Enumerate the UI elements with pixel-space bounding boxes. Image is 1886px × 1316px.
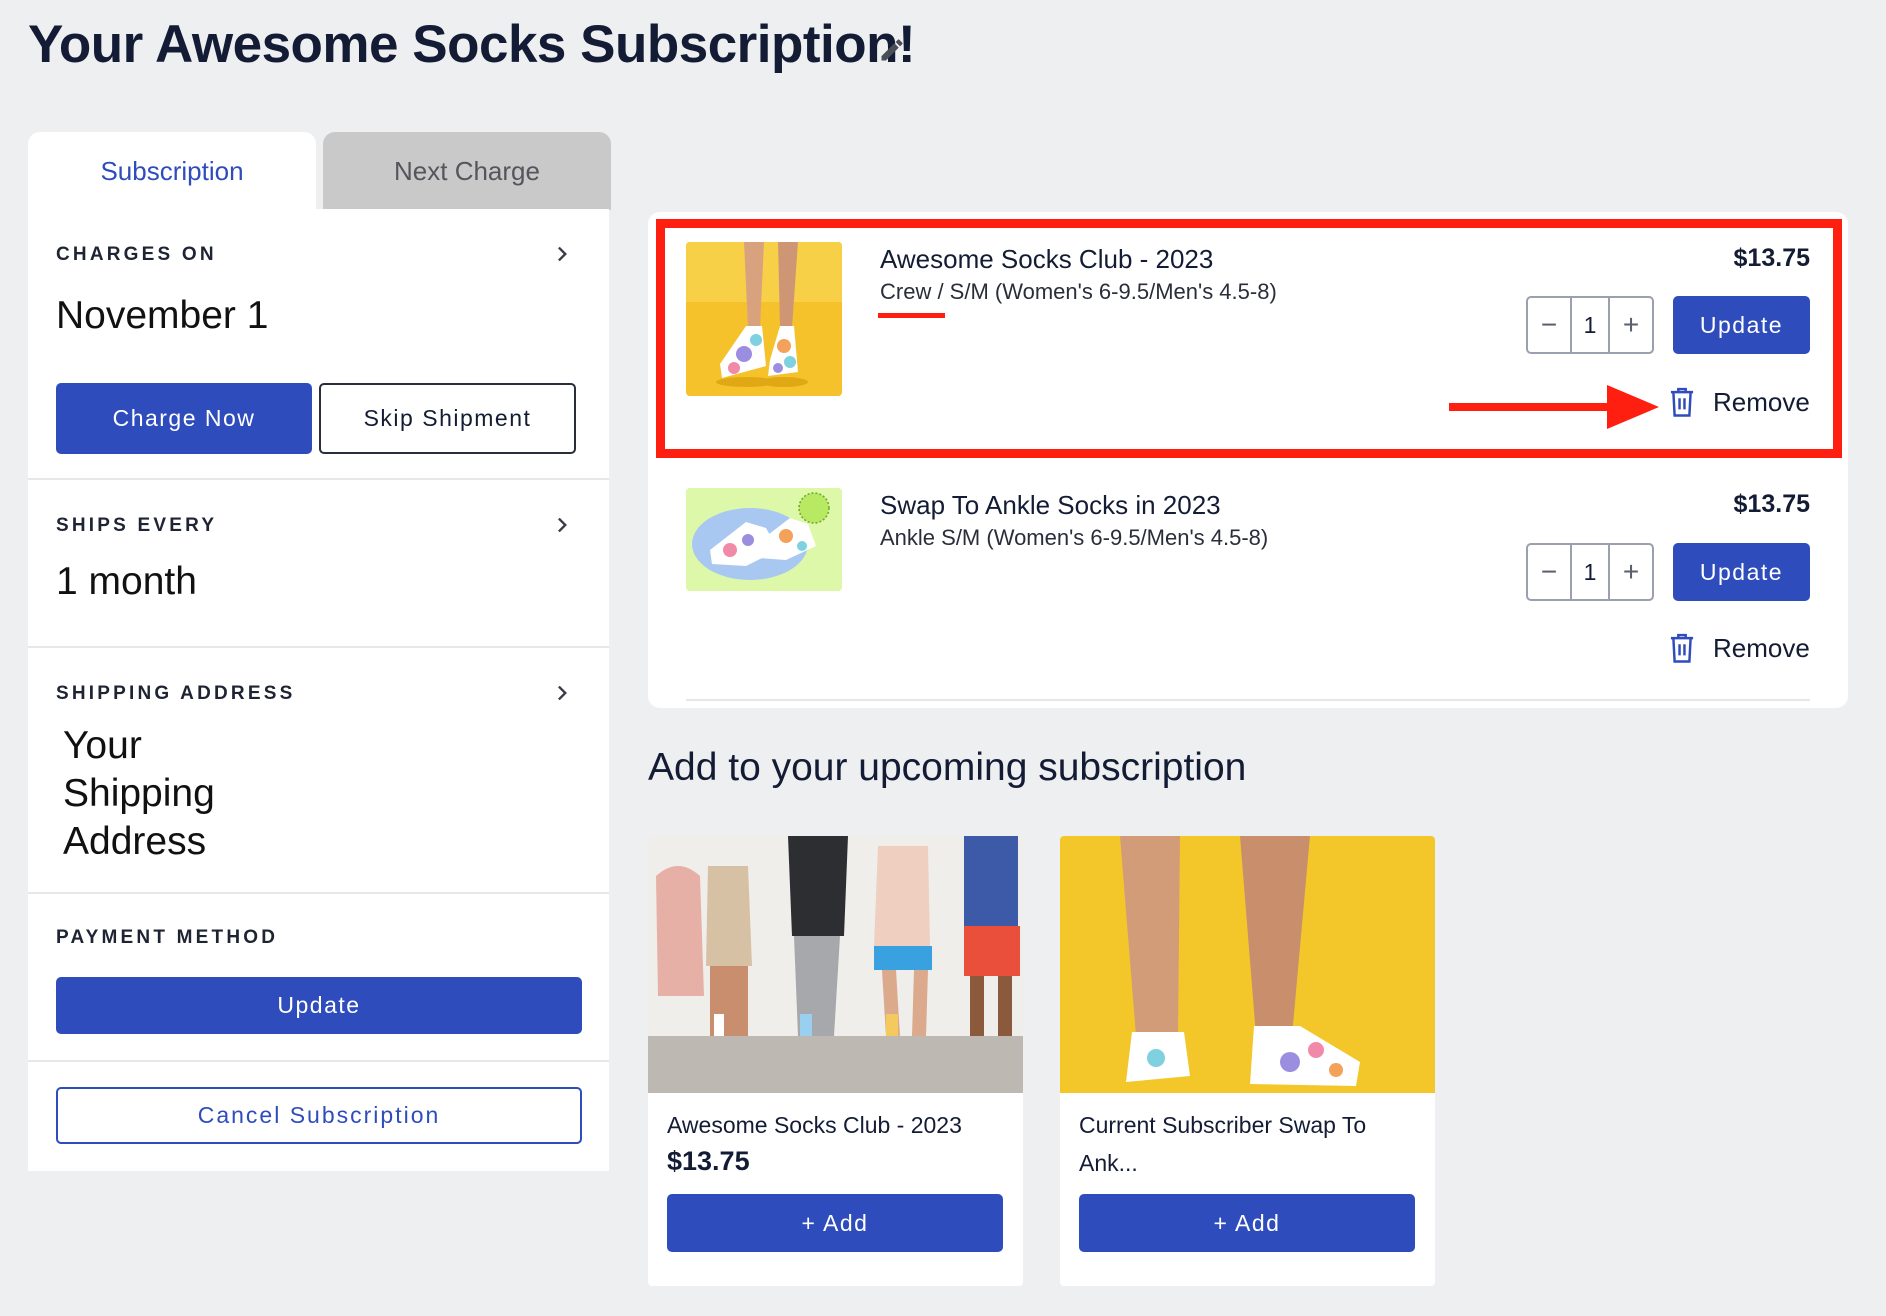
quantity-stepper[interactable]: − 1 + [1526,543,1654,601]
product-image [686,242,842,396]
update-payment-button[interactable]: Update [56,977,582,1034]
remove-item-link[interactable]: Remove [1667,386,1810,418]
quantity-stepper[interactable]: − 1 + [1526,296,1654,354]
shipping-address: Your Shipping Address [63,722,215,866]
product-name: Current Subscriber Swap To Ank... [1079,1112,1367,1176]
product-card: Awesome Socks Club - 2023 $13.75 + Add [648,836,1023,1286]
address-line: Shipping [63,772,215,815]
ship-frequency: 1 month [56,560,197,603]
decrement-button[interactable]: − [1528,545,1570,599]
charge-date: November 1 [56,294,269,337]
divider [28,1060,609,1062]
increment-button[interactable]: + [1610,545,1652,599]
address-line: Address [63,820,207,863]
charges-on-label: CHARGES ON [56,244,217,265]
remove-label: Remove [1713,632,1810,663]
ships-every-label: SHIPS EVERY [56,515,218,536]
chevron-right-icon[interactable] [551,682,573,704]
pencil-icon[interactable] [878,36,906,64]
divider [28,646,609,648]
trash-icon [1670,633,1694,663]
tab-subscription[interactable]: Subscription [28,132,316,210]
skip-shipment-button[interactable]: Skip Shipment [319,383,576,454]
remove-label: Remove [1713,386,1810,417]
cart-item-variant: Ankle S/M (Women's 6-9.5/Men's 4.5-8) [880,525,1269,550]
cart-item-variant: Crew / S/M (Women's 6-9.5/Men's 4.5-8) [880,279,1277,304]
decrement-button[interactable]: − [1528,298,1570,352]
remove-item-link[interactable]: Remove [1667,632,1810,664]
product-image [1060,836,1435,1093]
product-image [686,488,842,591]
chevron-right-icon[interactable] [551,514,573,536]
update-quantity-button[interactable]: Update [1673,296,1810,354]
add-product-button[interactable]: + Add [1079,1194,1415,1252]
product-name: Awesome Socks Club - 2023 [667,1112,962,1138]
cart-item-price: $13.75 [1733,244,1810,272]
product-card: Current Subscriber Swap To Ank... + Add [1060,836,1435,1286]
product-image [648,836,1023,1093]
increment-button[interactable]: + [1610,298,1652,352]
quantity-value[interactable]: 1 [1570,298,1610,352]
update-quantity-button[interactable]: Update [1673,543,1810,601]
add-product-button[interactable]: + Add [667,1194,1003,1252]
shipping-address-label: SHIPPING ADDRESS [56,683,296,704]
cart-item-title: Swap To Ankle Socks in 2023 [880,490,1221,520]
cancel-subscription-button[interactable]: Cancel Subscription [56,1087,582,1144]
upcoming-section-title: Add to your upcoming subscription [648,746,1247,789]
variant-underline-annotation [878,313,945,318]
address-line: Your [63,724,142,767]
product-price: $13.75 [667,1146,750,1176]
charge-now-button[interactable]: Charge Now [56,383,312,454]
trash-icon [1670,387,1694,417]
arrow-annotation [1449,385,1659,429]
divider [28,478,609,480]
cart-item-price: $13.75 [1733,490,1810,518]
divider [28,892,609,894]
cart-item-title: Awesome Socks Club - 2023 [880,244,1214,274]
tab-next-charge[interactable]: Next Charge [323,132,611,210]
chevron-right-icon[interactable] [551,243,573,265]
payment-method-label: PAYMENT METHOD [56,927,279,948]
quantity-value[interactable]: 1 [1570,545,1610,599]
page-title: Your Awesome Socks Subscription! [28,15,916,74]
divider [686,699,1810,701]
